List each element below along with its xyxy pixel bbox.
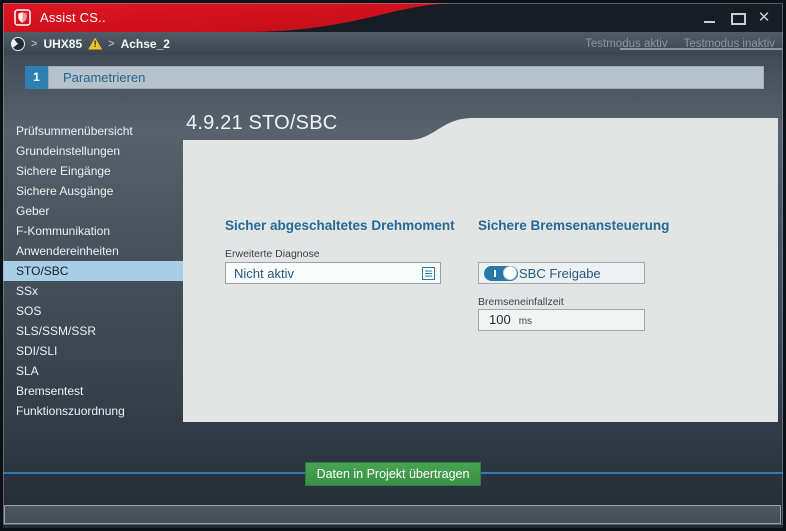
sidebar-item-f-kommunikation[interactable]: F-Kommunikation	[3, 221, 183, 241]
toggle-on-mark	[494, 270, 496, 277]
brake-time-value: 100	[489, 310, 511, 330]
sidebar-item-funktionszuordnung[interactable]: Funktionszuordnung	[3, 401, 183, 421]
warning-icon	[88, 38, 102, 50]
sidebar-item-anwendereinheiten[interactable]: Anwendereinheiten	[3, 241, 183, 261]
step-parametrieren-bar[interactable]: Parametrieren	[48, 66, 764, 89]
window-title: Assist CS..	[40, 10, 106, 25]
content-panel: Sicher abgeschaltetes Drehmoment Erweite…	[183, 140, 778, 422]
sidebar-item-ssx[interactable]: SSx	[3, 281, 183, 301]
close-button[interactable]: ✕	[757, 11, 771, 25]
breadcrumb-separator: >	[31, 38, 37, 50]
main-area: 1 Parametrieren PrüfsummenübersichtGrund…	[3, 55, 783, 528]
breadcrumb-bar: > UHX85 > Achse_2 Testmodus aktiv Testmo…	[3, 32, 783, 55]
breadcrumb-axis[interactable]: Achse_2	[121, 37, 170, 51]
sidebar-item-sichere-eing-nge[interactable]: Sichere Eingänge	[3, 161, 183, 181]
step-number-badge[interactable]: 1	[25, 66, 48, 89]
brake-time-label: Bremseneinfallzeit	[478, 296, 564, 308]
window-controls: ✕	[703, 3, 771, 32]
sidebar-item-sdi-sli[interactable]: SDI/SLI	[3, 341, 183, 361]
sidebar-item-sichere-ausg-nge[interactable]: Sichere Ausgänge	[3, 181, 183, 201]
app-window: Assist CS.. ✕ > UHX85 > Achse_2 Testmodu…	[0, 0, 786, 531]
diagnose-dropdown-value: Nicht aktiv	[234, 266, 422, 281]
diagnose-dropdown[interactable]: Nicht aktiv	[225, 262, 441, 284]
sbc-toggle-switch[interactable]	[484, 266, 518, 281]
breadcrumb-separator: >	[108, 38, 114, 50]
brake-time-unit: ms	[519, 316, 532, 327]
sidebar-item-sla[interactable]: SLA	[3, 361, 183, 381]
sidebar-item-sls-ssm-ssr[interactable]: SLS/SSM/SSR	[3, 321, 183, 341]
sbc-section-title: Sichere Bremsenansteuerung	[478, 218, 669, 233]
breadcrumb: > UHX85 > Achse_2	[11, 32, 170, 55]
bottom-status-bar[interactable]	[4, 505, 781, 524]
minimize-button[interactable]	[703, 11, 717, 25]
brake-time-input[interactable]: 100 ms	[478, 309, 645, 331]
breadcrumb-device[interactable]: UHX85	[43, 37, 82, 51]
diagnose-label: Erweiterte Diagnose	[225, 248, 320, 260]
app-shield-icon	[14, 9, 31, 26]
sbc-toggle-label: SBC Freigabe	[519, 266, 601, 281]
testmode-underline	[620, 48, 782, 50]
sidebar-item-bremsentest[interactable]: Bremsentest	[3, 381, 183, 401]
maximize-button[interactable]	[730, 11, 744, 25]
sto-section-title: Sicher abgeschaltetes Drehmoment	[225, 218, 455, 233]
transfer-to-project-button[interactable]: Daten in Projekt übertragen	[305, 462, 481, 486]
sidebar-item-grundeinstellungen[interactable]: Grundeinstellungen	[3, 141, 183, 161]
sidebar-item-sto-sbc[interactable]: STO/SBC	[3, 261, 183, 281]
sidebar-nav: PrüfsummenübersichtGrundeinstellungenSic…	[3, 121, 183, 421]
testmode-switcher: Testmodus aktiv Testmodus inaktiv	[585, 32, 775, 55]
project-globe-icon[interactable]	[11, 37, 25, 51]
sidebar-item-sos[interactable]: SOS	[3, 301, 183, 321]
sbc-toggle-field[interactable]: SBC Freigabe	[478, 262, 645, 284]
toggle-knob	[503, 266, 517, 280]
title-bar: Assist CS.. ✕	[3, 3, 783, 32]
sidebar-item-pr-fsummen-bersicht[interactable]: Prüfsummenübersicht	[3, 121, 183, 141]
dropdown-list-icon	[422, 267, 435, 280]
sidebar-item-geber[interactable]: Geber	[3, 201, 183, 221]
panel-swoosh-decoration	[183, 117, 778, 140]
